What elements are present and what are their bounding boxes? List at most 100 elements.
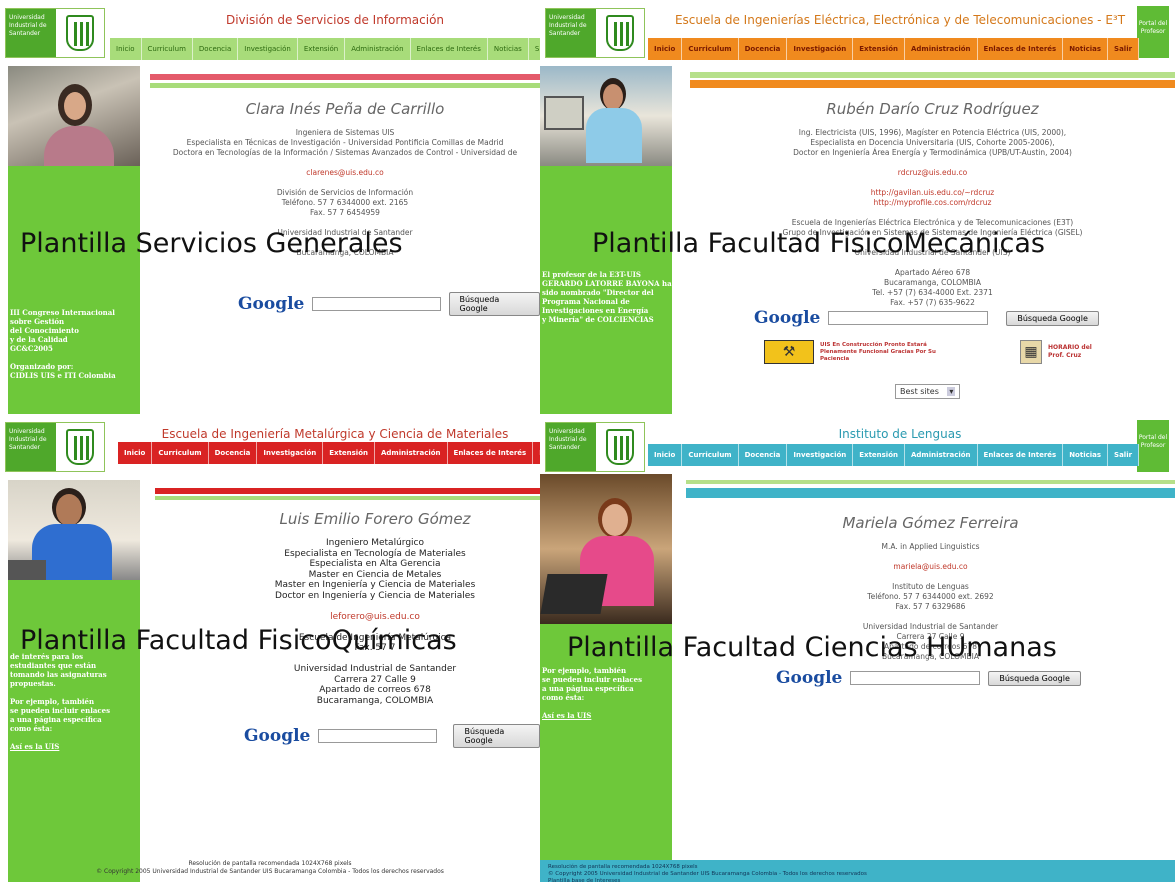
nav-item-curriculum[interactable]: Curriculum <box>682 38 739 60</box>
uis-logo[interactable]: Universidad Industrial de Santander <box>545 8 645 58</box>
sidebar-line: CIDLIS UIS e ITI Colombia <box>10 371 116 380</box>
nav-item-docencia[interactable]: Docencia <box>739 38 788 60</box>
search-input[interactable] <box>828 311 989 325</box>
header-bar-secondary <box>155 496 540 500</box>
profile-photo <box>8 66 140 166</box>
credential-line: Ingeniera de Sistemas UIS <box>295 128 395 137</box>
search-button[interactable]: Búsqueda Google <box>453 724 540 748</box>
sidebar-line: sobre Gestión <box>10 317 65 326</box>
credential-line: Especialista en Tecnología de Materiales <box>284 548 466 559</box>
sidebar-line: a una página específica <box>10 715 102 724</box>
panel-fisicomecanicas: Universidad Industrial de Santander Escu… <box>540 0 1175 414</box>
construction-badge[interactable]: ⚒ UIS En Construcción Pronto Estará Plen… <box>764 340 964 364</box>
logo-text: Universidad Industrial de Santander <box>6 9 56 57</box>
profile-photo <box>540 66 672 166</box>
address-line: Fax. 57 7 <box>354 643 396 653</box>
sidebar-line <box>542 702 642 711</box>
nav-item-administraci-n[interactable]: Administración <box>375 442 448 464</box>
email-link[interactable]: mariela@uis.edu.co <box>686 562 1175 572</box>
uis-logo[interactable]: Universidad Industrial de Santander <box>5 8 105 58</box>
nav-item-noticias[interactable]: Noticias <box>1063 38 1109 60</box>
search-input[interactable] <box>318 729 438 743</box>
nav-item-noticias[interactable]: Noticias <box>488 38 529 60</box>
header-bar <box>690 72 1175 78</box>
nav-item-inicio[interactable]: Inicio <box>118 442 153 464</box>
nav-item-inicio[interactable]: Inicio <box>648 38 683 60</box>
nav-item-docencia[interactable]: Docencia <box>193 38 239 60</box>
uis-logo[interactable]: Universidad Industrial de Santander <box>5 422 105 472</box>
nav-item-curriculum[interactable]: Curriculum <box>682 444 739 466</box>
header-bar-secondary <box>686 488 1175 498</box>
search-button[interactable]: Búsqueda Google <box>448 292 540 316</box>
search-input[interactable] <box>312 297 441 311</box>
nav-item-enlaces-de-inter-s[interactable]: Enlaces de Interés <box>978 38 1064 60</box>
search-button[interactable]: Búsqueda Google <box>1006 310 1099 326</box>
google-logo: Google <box>776 668 843 688</box>
sites-select[interactable]: Best sites ▾ <box>895 384 961 399</box>
address-line <box>180 654 540 665</box>
sidebar-line: GERARDO LATORRE BAYONA ha <box>542 279 672 288</box>
search-input[interactable] <box>850 671 981 685</box>
sidebar-line: propuestas. <box>10 679 56 688</box>
email-link[interactable]: leforero@uis.edu.co <box>180 612 540 623</box>
nav-item-enlaces-de-inter-s[interactable]: Enlaces de Interés <box>978 444 1064 466</box>
address-line: Apartado de correos 678 <box>884 642 977 651</box>
nav-item-investigaci-n[interactable]: Investigación <box>787 444 854 466</box>
nav-item-investigaci-n[interactable]: Investigación <box>787 38 854 60</box>
nav-item-enlaces-de-inter-s[interactable]: Enlaces de Interés <box>411 38 488 60</box>
nav-item-administraci-n[interactable]: Administración <box>905 444 978 466</box>
address-line: Universidad Industrial de Santander (UIS… <box>854 248 1011 257</box>
nav-item-administraci-n[interactable]: Administración <box>905 38 978 60</box>
nav-item-administraci-n[interactable]: Administración <box>345 38 411 60</box>
search-button[interactable]: Búsqueda Google <box>988 670 1081 686</box>
nav-item-s[interactable]: S <box>529 38 540 60</box>
profile-content: Rubén Darío Cruz Rodríguez Ing. Electrici… <box>690 100 1175 308</box>
portal-del-profesor-button[interactable]: Portal del Profesor <box>1137 6 1169 58</box>
uis-link[interactable]: Así es la UIS <box>542 711 642 720</box>
web-link[interactable]: http://myprofile.cos.com/rdcruz <box>690 198 1175 208</box>
nav-item-extensi-n[interactable]: Extensión <box>853 444 905 466</box>
professor-name: Mariela Gómez Ferreira <box>842 514 1019 532</box>
sidebar-line: a una página específica <box>542 684 634 693</box>
nav-item-salir[interactable]: Salir <box>1108 444 1140 466</box>
address-line <box>686 612 1175 622</box>
nav-item-docencia[interactable]: Docencia <box>209 442 258 464</box>
sidebar-text: de interés para los estudiantes que están… <box>10 652 110 751</box>
uis-logo[interactable]: Universidad Industrial de Santander <box>545 422 645 472</box>
nav-item-salir[interactable]: Salir <box>1108 38 1140 60</box>
nav-bar: Inicio Curriculum Docencia Investigación Ext… <box>648 38 1140 60</box>
nav-item-extensi-n[interactable]: Extensión <box>298 38 346 60</box>
nav-item-inicio[interactable]: Inicio <box>110 38 142 60</box>
google-search: Google Búsqueda Google <box>754 308 1099 328</box>
nav-item-noticias[interactable]: Noticias <box>1063 444 1109 466</box>
web-link[interactable]: http://gavilan.uis.edu.co/~rdcruz <box>690 188 1175 198</box>
nav-item-investigaci-n[interactable]: Investigación <box>238 38 298 60</box>
uis-link[interactable]: Así es la UIS <box>10 742 110 751</box>
google-search: Google Búsqueda Google <box>244 724 540 748</box>
credential-line: Ing. Electricista (UIS, 1996), Magíster … <box>798 128 1067 137</box>
sidebar-line: tomando las asignaturas <box>10 670 107 679</box>
horario-link[interactable]: ▦ HORARIO del Prof. Cruz <box>1020 340 1108 364</box>
nav-item-curriculum[interactable]: Curriculum <box>152 442 209 464</box>
email-link[interactable]: rdcruz@uis.edu.co <box>690 168 1175 178</box>
address-line <box>150 238 540 248</box>
footer-line: © Copyright 2005 Universidad Industrial … <box>548 871 867 877</box>
nav-item-docencia[interactable]: Docencia <box>739 444 788 466</box>
nav-item-noticias[interactable]: Noticias <box>533 442 540 464</box>
nav-item-extensi-n[interactable]: Extensión <box>853 38 905 60</box>
nav-item-curriculum[interactable]: Curriculum <box>142 38 193 60</box>
google-logo: Google <box>244 726 311 746</box>
nav-item-enlaces-de-inter-s[interactable]: Enlaces de Interés <box>448 442 534 464</box>
uis-emblem-icon <box>66 429 94 465</box>
email-link[interactable]: clarenes@uis.edu.co <box>150 168 540 178</box>
nav-item-inicio[interactable]: Inicio <box>648 444 683 466</box>
nav-item-extensi-n[interactable]: Extensión <box>323 442 375 464</box>
portal-del-profesor-button[interactable]: Portal del Profesor <box>1137 420 1169 472</box>
uis-emblem-icon <box>606 15 634 51</box>
nav-item-investigaci-n[interactable]: Investigación <box>257 442 324 464</box>
